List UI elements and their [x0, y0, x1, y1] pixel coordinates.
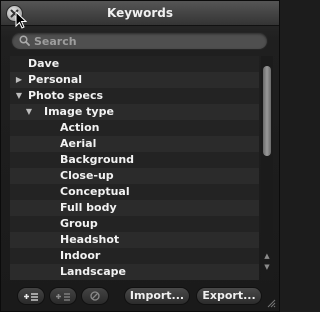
search-input[interactable]	[34, 33, 254, 49]
keyword-label: Landscape	[60, 265, 126, 278]
add-subkeyword-button[interactable]	[49, 287, 77, 305]
title-bar[interactable]: Keywords	[1, 1, 279, 29]
keywords-window: Keywords Dave ▶ Personal ▼ Photo specs ▼ Image…	[0, 0, 280, 312]
keyword-label: Photo specs	[28, 89, 104, 102]
keyword-row[interactable]: Dave	[10, 56, 259, 72]
keyword-label: Dave	[28, 57, 60, 70]
add-subkeyword-icon	[56, 292, 70, 301]
keyword-row[interactable]: Group	[10, 216, 259, 232]
bottom-toolbar: Import... Export...	[1, 283, 279, 311]
keyword-row[interactable]: Aerial	[10, 136, 259, 152]
keyword-label: Close-up	[60, 169, 114, 182]
keyword-row[interactable]: Indoor	[10, 248, 259, 264]
keyword-row[interactable]: Conceptual	[10, 184, 259, 200]
search-icon	[19, 35, 30, 46]
add-keyword-icon	[24, 292, 38, 301]
keyword-label: Full body	[60, 201, 117, 214]
keyword-label: Background	[60, 153, 135, 166]
keyword-row[interactable]: Close-up	[10, 168, 259, 184]
scrollbar-thumb[interactable]	[263, 66, 271, 156]
keyword-row[interactable]: Background	[10, 152, 259, 168]
import-button[interactable]: Import...	[124, 287, 190, 305]
keyword-row[interactable]: ▶ Personal	[10, 72, 259, 88]
disclosure-expanded-icon[interactable]: ▼	[24, 104, 34, 120]
keyword-label: Group	[60, 217, 98, 230]
keyword-row[interactable]: Landscape	[10, 264, 259, 280]
keyword-label: Aerial	[60, 137, 97, 150]
window-title: Keywords	[106, 6, 174, 20]
remove-keyword-icon	[90, 291, 100, 301]
keyword-label: Personal	[28, 73, 83, 86]
keyword-label: Conceptual	[60, 185, 130, 198]
scroll-up-arrow-icon[interactable]: ▲	[261, 252, 273, 261]
keyword-label: Action	[60, 121, 100, 134]
keyword-label: Headshot	[60, 233, 120, 246]
remove-keyword-button[interactable]	[81, 287, 109, 305]
keyword-row[interactable]: Full body	[10, 200, 259, 216]
disclosure-expanded-icon[interactable]: ▼	[14, 88, 24, 104]
resize-grip-icon[interactable]	[266, 298, 276, 308]
add-keyword-button[interactable]	[17, 287, 45, 305]
keyword-row[interactable]: Action	[10, 120, 259, 136]
keyword-list: Dave ▶ Personal ▼ Photo specs ▼ Image type Acti…	[10, 56, 259, 280]
keyword-label: Image type	[44, 105, 114, 118]
keyword-label: Indoor	[60, 249, 101, 262]
search-field[interactable]	[11, 32, 268, 50]
scroll-down-arrow-icon[interactable]: ▼	[261, 263, 273, 272]
keyword-row[interactable]: ▼ Image type	[10, 104, 259, 120]
keyword-row[interactable]: Headshot	[10, 232, 259, 248]
disclosure-collapsed-icon[interactable]: ▶	[14, 72, 24, 88]
keyword-row[interactable]: ▼ Photo specs	[10, 88, 259, 104]
export-button[interactable]: Export...	[196, 287, 262, 305]
scrollbar[interactable]: ▲ ▼	[261, 56, 273, 280]
